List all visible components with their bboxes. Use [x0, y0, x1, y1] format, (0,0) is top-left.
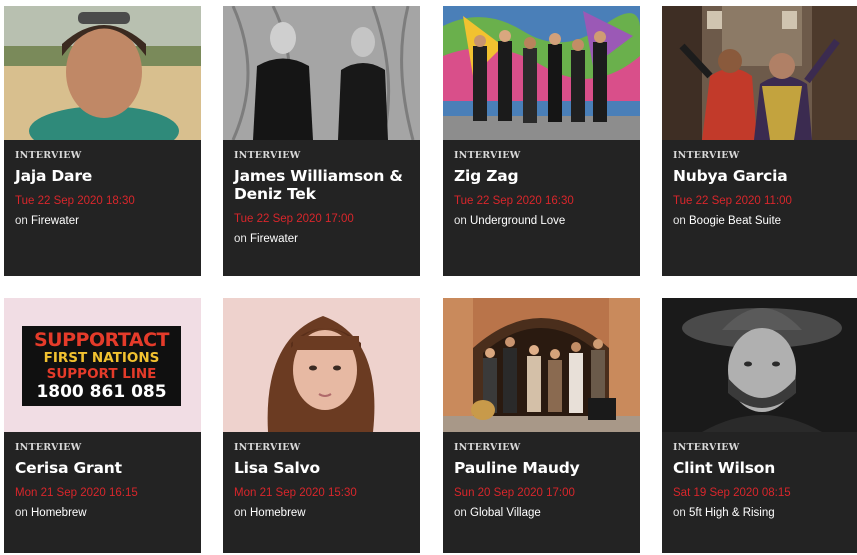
show-name[interactable]: Firewater — [31, 215, 79, 227]
interview-card-lisa-salvo[interactable]: INTERVIEW Lisa Salvo Mon 21 Sep 2020 15:… — [223, 298, 420, 553]
guest-name[interactable]: James Williamson & Deniz Tek — [234, 167, 412, 203]
interview-card-jaja-dare[interactable]: INTERVIEW Jaja Dare Tue 22 Sep 2020 18:3… — [4, 6, 201, 276]
category-label: INTERVIEW — [234, 442, 301, 453]
on-label: on — [15, 507, 28, 519]
show-line: on 5ft High & Rising — [673, 507, 849, 519]
show-name[interactable]: Homebrew — [250, 507, 306, 519]
interview-card-clint-wilson[interactable]: INTERVIEW Clint Wilson Sat 19 Sep 2020 0… — [662, 298, 857, 553]
broadcast-datetime: Tue 22 Sep 2020 11:00 — [673, 195, 792, 207]
nubya-garcia-photo[interactable] — [662, 6, 857, 140]
supportact-banner: SUPPORTACT FIRST NATIONS SUPPORT LINE 18… — [22, 326, 181, 406]
show-line: on Underground Love — [454, 215, 632, 227]
show-name[interactable]: Global Village — [470, 507, 541, 519]
supportact-title: SUPPORTACT — [34, 329, 170, 351]
on-label: on — [234, 507, 247, 519]
interview-card-nubya-garcia[interactable]: INTERVIEW Nubya Garcia Tue 22 Sep 2020 1… — [662, 6, 857, 276]
guest-name[interactable]: Nubya Garcia — [673, 167, 849, 185]
show-line: on Firewater — [15, 215, 193, 227]
show-name[interactable]: Boogie Beat Suite — [689, 215, 781, 227]
lisa-salvo-photo[interactable] — [223, 298, 420, 432]
show-name[interactable]: Firewater — [250, 233, 298, 245]
show-line: on Boogie Beat Suite — [673, 215, 849, 227]
show-line: on Homebrew — [234, 507, 412, 519]
zig-zag-photo[interactable] — [443, 6, 640, 140]
supportact-photo[interactable]: SUPPORTACT FIRST NATIONS SUPPORT LINE 18… — [4, 298, 201, 432]
category-label: INTERVIEW — [673, 150, 740, 161]
clint-wilson-photo[interactable] — [662, 298, 857, 432]
supportact-line3: SUPPORT LINE — [46, 366, 157, 382]
show-line: on Homebrew — [15, 507, 193, 519]
guest-name[interactable]: Zig Zag — [454, 167, 632, 185]
guest-name[interactable]: Lisa Salvo — [234, 459, 412, 477]
category-label: INTERVIEW — [454, 150, 521, 161]
on-label: on — [673, 507, 686, 519]
supportact-line2: FIRST NATIONS — [43, 350, 160, 366]
supportact-phone: 1800 861 085 — [36, 382, 167, 402]
broadcast-datetime: Sat 19 Sep 2020 08:15 — [673, 487, 791, 499]
show-name[interactable]: Underground Love — [470, 215, 565, 227]
interview-card-cerisa-grant[interactable]: SUPPORTACT FIRST NATIONS SUPPORT LINE 18… — [4, 298, 201, 553]
show-name[interactable]: Homebrew — [31, 507, 87, 519]
show-line: on Global Village — [454, 507, 632, 519]
on-label: on — [454, 215, 467, 227]
broadcast-datetime: Tue 22 Sep 2020 17:00 — [234, 213, 354, 225]
interview-card-james-williamson-deniz-tek[interactable]: INTERVIEW James Williamson & Deniz Tek T… — [223, 6, 420, 276]
guest-name[interactable]: Pauline Maudy — [454, 459, 632, 477]
interview-card-zig-zag[interactable]: INTERVIEW Zig Zag Tue 22 Sep 2020 16:30 … — [443, 6, 640, 276]
category-label: INTERVIEW — [15, 442, 82, 453]
jaja-dare-photo[interactable] — [4, 6, 201, 140]
broadcast-datetime: Mon 21 Sep 2020 16:15 — [15, 487, 138, 499]
interview-card-pauline-maudy[interactable]: INTERVIEW Pauline Maudy Sun 20 Sep 2020 … — [443, 298, 640, 553]
category-label: INTERVIEW — [454, 442, 521, 453]
broadcast-datetime: Tue 22 Sep 2020 18:30 — [15, 195, 135, 207]
category-label: INTERVIEW — [234, 150, 301, 161]
show-line: on Firewater — [234, 233, 412, 245]
james-williamson-deniz-tek-photo[interactable] — [223, 6, 420, 140]
category-label: INTERVIEW — [673, 442, 740, 453]
show-name[interactable]: 5ft High & Rising — [689, 507, 775, 519]
on-label: on — [454, 507, 467, 519]
guest-name[interactable]: Cerisa Grant — [15, 459, 193, 477]
broadcast-datetime: Mon 21 Sep 2020 15:30 — [234, 487, 357, 499]
guest-name[interactable]: Clint Wilson — [673, 459, 849, 477]
on-label: on — [673, 215, 686, 227]
pauline-maudy-photo[interactable] — [443, 298, 640, 432]
on-label: on — [234, 233, 247, 245]
category-label: INTERVIEW — [15, 150, 82, 161]
broadcast-datetime: Sun 20 Sep 2020 17:00 — [454, 487, 575, 499]
broadcast-datetime: Tue 22 Sep 2020 16:30 — [454, 195, 574, 207]
guest-name[interactable]: Jaja Dare — [15, 167, 193, 185]
on-label: on — [15, 215, 28, 227]
